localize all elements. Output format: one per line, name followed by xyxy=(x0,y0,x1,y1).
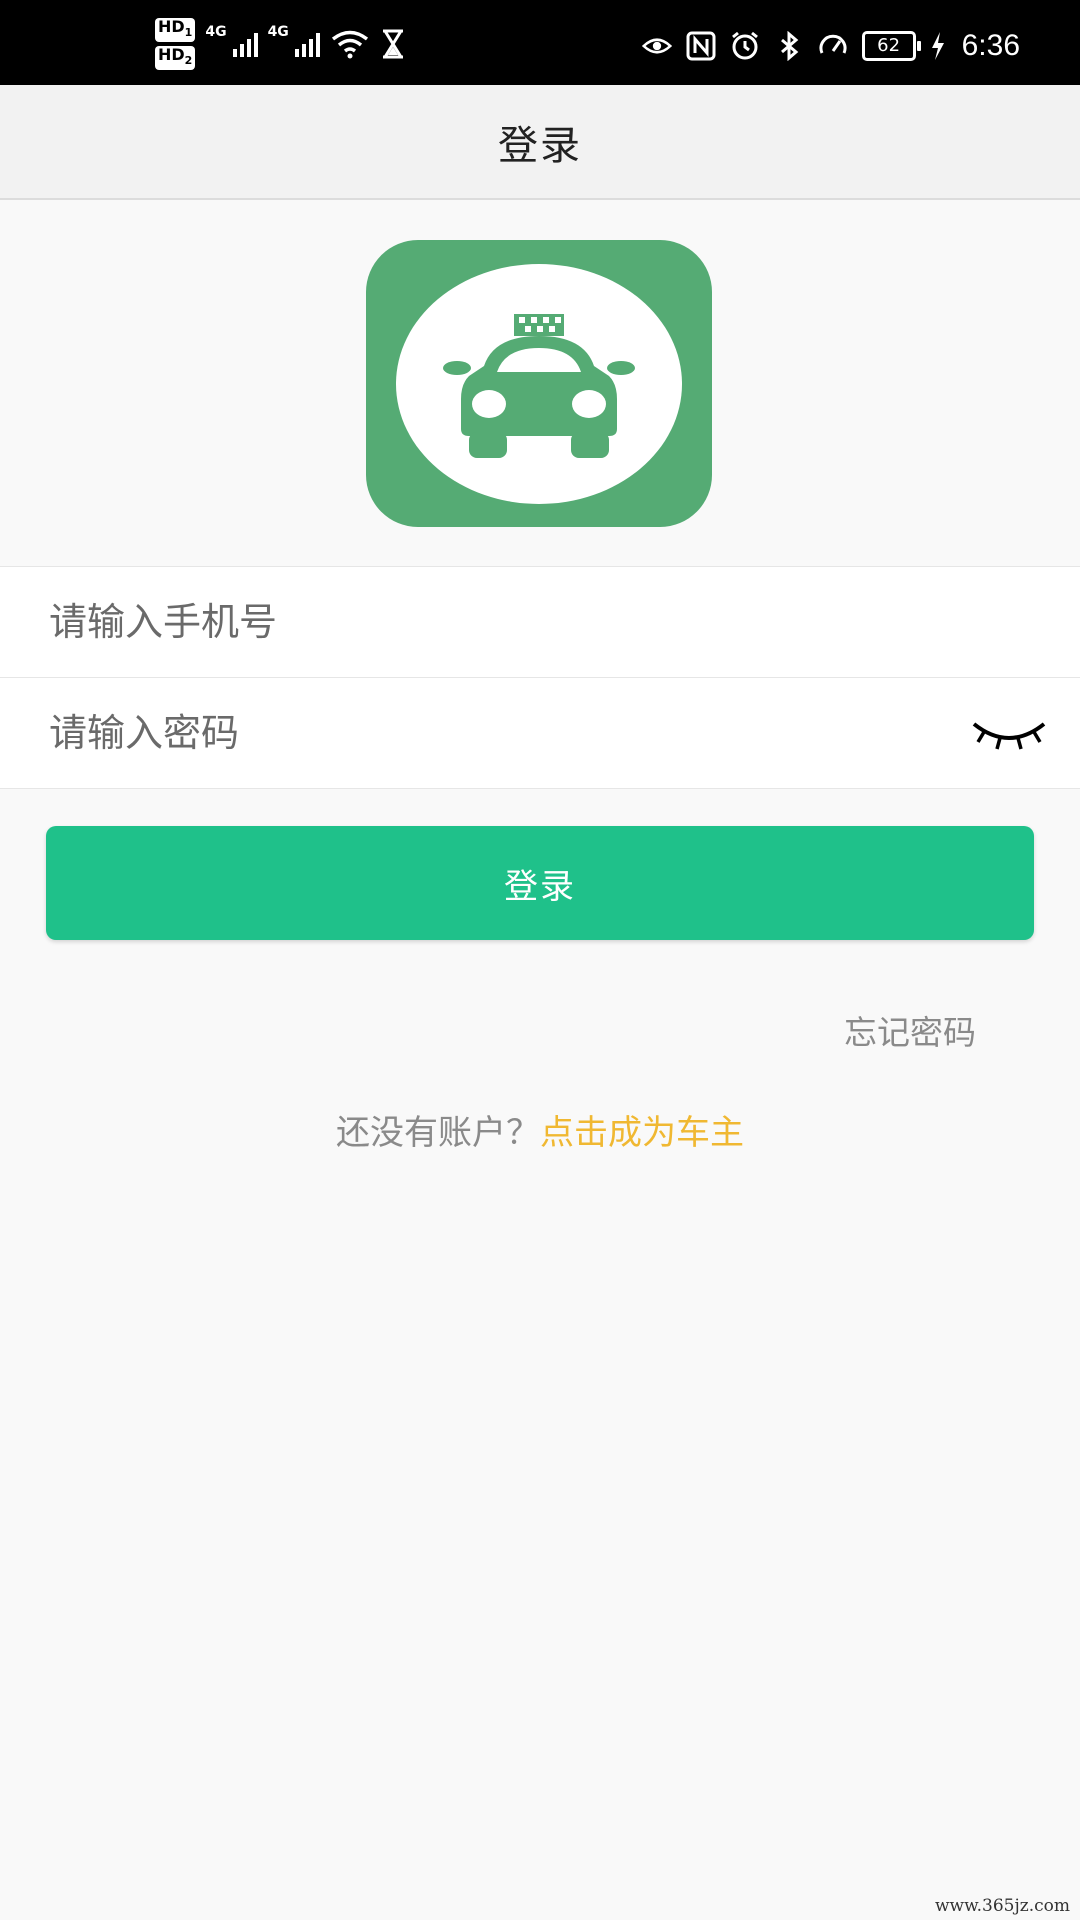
eye-closed-icon[interactable] xyxy=(970,714,1048,754)
sim1-number: 1 xyxy=(184,26,193,39)
watermark: www.365jz.com xyxy=(935,1896,1070,1916)
login-button[interactable]: 登录 xyxy=(46,826,1034,940)
status-bar: HD1 HD2 4G 4G 62 6:36 xyxy=(0,0,1080,85)
login-form xyxy=(0,566,1080,789)
alarm-icon xyxy=(731,31,758,60)
network-type-1: 4G xyxy=(205,24,227,40)
logo-circle xyxy=(396,263,682,504)
password-field-row xyxy=(0,677,1080,788)
sim2-number: 2 xyxy=(184,54,193,68)
status-time: 6:36 xyxy=(961,29,1020,62)
register-prompt: 还没有账户？点击成为车主 xyxy=(0,1105,1080,1154)
register-question: 还没有账户？ xyxy=(336,1113,540,1153)
sim2-hd-badge: HD2 xyxy=(155,45,196,71)
status-left: HD1 HD2 4G 4G xyxy=(155,16,406,71)
app-header: 登录 xyxy=(0,85,1080,200)
battery-icon: 62 xyxy=(861,31,921,61)
eye-comfort-icon xyxy=(641,38,672,54)
phone-input[interactable] xyxy=(47,599,911,645)
register-link[interactable]: 点击成为车主 xyxy=(540,1113,744,1153)
status-right: 62 6:36 xyxy=(641,22,1020,70)
sim2-hd-label: HD xyxy=(158,45,185,64)
signal-icon xyxy=(294,31,320,57)
signal-icon xyxy=(232,31,258,57)
wifi-icon xyxy=(331,30,368,59)
bluetooth-icon xyxy=(780,31,798,61)
sim1-hd-badge: HD1 xyxy=(155,16,196,42)
taxi-car-icon xyxy=(443,313,635,458)
hourglass-icon xyxy=(382,29,403,59)
app-logo xyxy=(366,240,712,527)
dual-sim-indicator: HD1 HD2 xyxy=(155,16,196,71)
nfc-icon xyxy=(686,31,716,61)
forgot-password-link[interactable]: 忘记密码 xyxy=(844,1006,976,1054)
charging-icon xyxy=(931,32,944,60)
phone-field-row xyxy=(0,567,1080,677)
page-title: 登录 xyxy=(498,122,582,169)
sim1-hd-label: HD xyxy=(158,16,185,36)
speed-icon xyxy=(819,34,847,54)
network-type-2: 4G xyxy=(267,24,289,40)
password-input[interactable] xyxy=(47,710,911,756)
